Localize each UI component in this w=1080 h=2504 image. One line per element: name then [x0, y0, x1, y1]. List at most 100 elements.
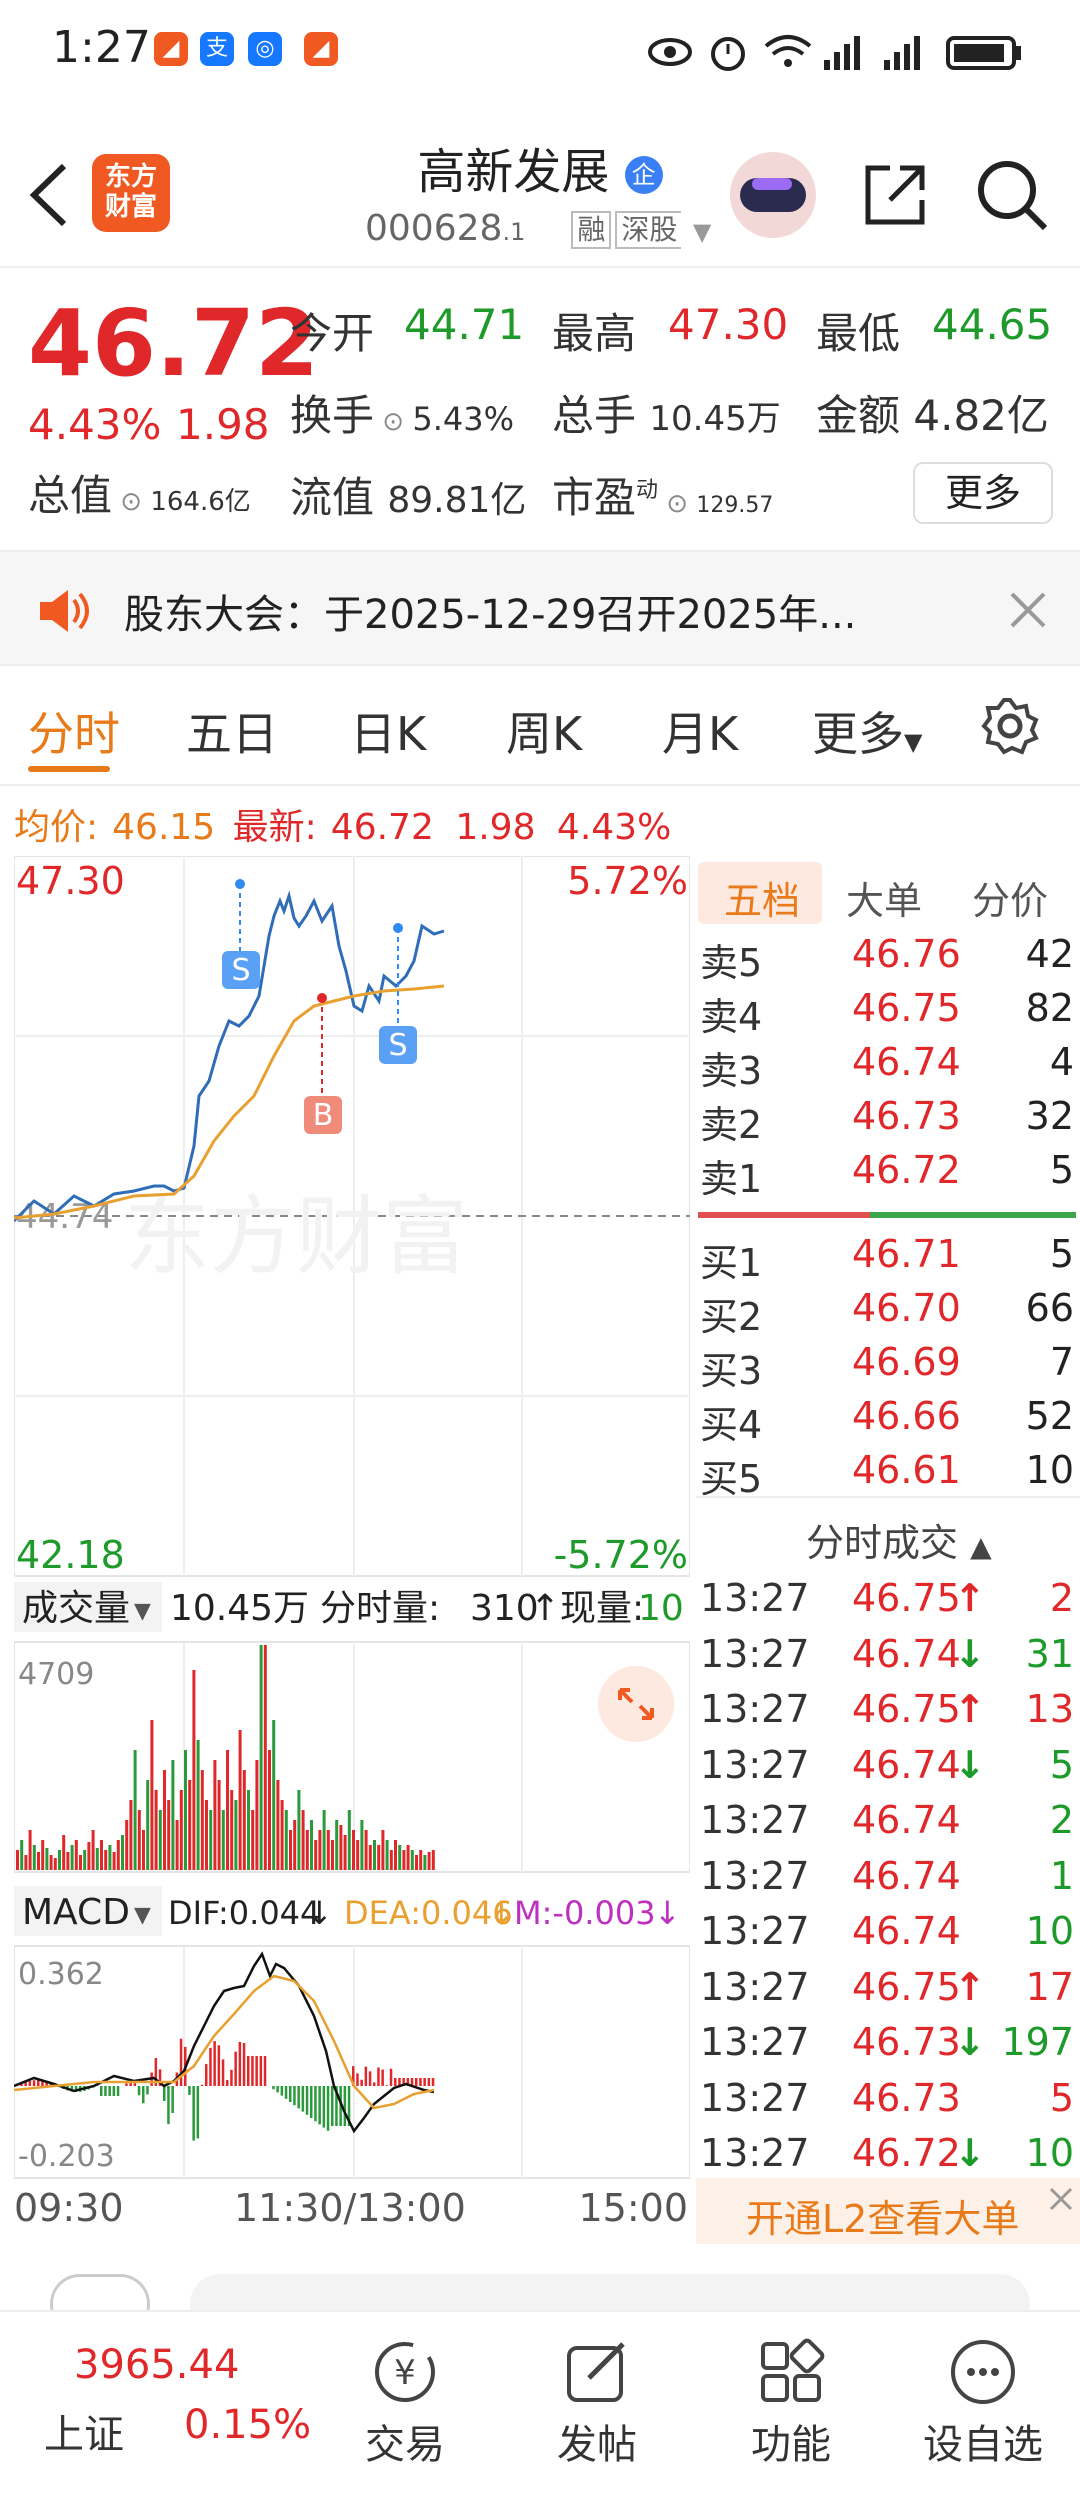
interval-volume-label: 分时量:	[320, 1588, 440, 1629]
macd-bar	[217, 2045, 221, 2086]
volume-bar	[175, 1820, 179, 1870]
volume-bar	[104, 1850, 108, 1870]
macd-bar	[163, 2086, 166, 2101]
volume-bar	[108, 1845, 112, 1870]
search-icon[interactable]	[975, 158, 1049, 232]
bottom-nav: 3965.44 上证 0.15% ¥ 交易 发帖 功能 设自选	[0, 2310, 1080, 2504]
volume-bar	[293, 1820, 297, 1870]
volume-bar	[431, 1850, 435, 1870]
expand-chart-button[interactable]	[598, 1666, 674, 1742]
l2-banner[interactable]: 开通L2查看大单	[696, 2178, 1080, 2244]
macd-bar	[385, 2085, 389, 2086]
svg-text:▼: ▼	[134, 1903, 151, 1928]
watermark: 东方财富	[124, 1189, 468, 1285]
index-value[interactable]: 3965.44	[74, 2342, 239, 2388]
macd-bar	[251, 2056, 254, 2086]
volume-bar	[234, 1800, 238, 1870]
ask-row[interactable]: 卖3 46.74 4	[696, 1040, 1080, 1094]
quote-panel: 46.72 4.43% 1.98 总值 ⊙ 164.6亿 今开 44.71 最高…	[0, 270, 1080, 550]
bid-row[interactable]: 买1 46.71 5	[696, 1232, 1080, 1286]
macd-bar	[276, 2086, 279, 2093]
bid-row[interactable]: 买5 46.61 10	[696, 1448, 1080, 1502]
comment-input-row	[0, 2244, 1080, 2334]
volume-bar	[314, 1840, 318, 1870]
macd-bar	[314, 2086, 317, 2122]
tab-big-order[interactable]: 大单	[846, 870, 922, 925]
certified-icon: 企	[624, 156, 663, 194]
trades-title[interactable]: 分时成交 ▲	[806, 1512, 992, 1567]
macd-bar	[423, 2078, 426, 2086]
nav-add-watchlist[interactable]: 设自选	[918, 2332, 1048, 2470]
y-min-label: 42.18	[16, 1533, 125, 1577]
more-quote-button[interactable]: 更多	[913, 462, 1053, 524]
tab-five-day[interactable]: 五日	[186, 698, 278, 764]
volume-bar	[373, 1840, 376, 1870]
system-status-icons	[648, 35, 1021, 71]
ask-row[interactable]: 卖5 46.76 42	[696, 932, 1080, 986]
chart-canvas: 东方财富 47.30 44.74 42.18 5.72% -5.72% S B …	[12, 855, 691, 2230]
volume-bar	[121, 1835, 124, 1870]
volume-bar	[360, 1820, 364, 1870]
tab-weekly-k[interactable]: 周K	[506, 698, 582, 764]
index-name[interactable]: 上证	[44, 2402, 124, 2460]
tab-intraday[interactable]: 分时	[28, 698, 120, 764]
macd-bar	[247, 2056, 250, 2086]
bid-row[interactable]: 买2 46.70 66	[696, 1286, 1080, 1340]
close-icon[interactable]	[1008, 590, 1048, 630]
trade-row: 13:27 46.74 1	[700, 1853, 1074, 1898]
tab-five-level[interactable]: 五档	[724, 870, 800, 925]
macd-bar	[326, 2086, 330, 2131]
ask-row[interactable]: 卖4 46.75 82	[696, 986, 1080, 1040]
ai-assistant-icon[interactable]	[730, 152, 816, 238]
macd-bar	[255, 2056, 258, 2086]
tab-price-distribution[interactable]: 分价	[972, 870, 1048, 925]
settings-gear-icon[interactable]	[980, 696, 1040, 756]
volume-bar	[150, 1720, 154, 1870]
bid-row[interactable]: 买4 46.66 52	[696, 1394, 1080, 1448]
macd-bar	[125, 2083, 128, 2086]
share-icon[interactable]	[860, 160, 930, 230]
close-icon[interactable]	[1046, 2184, 1076, 2214]
volume-bar	[305, 1830, 309, 1870]
macd-max-label: 0.362	[18, 1957, 104, 1992]
volume-label[interactable]: 成交量	[22, 1588, 130, 1629]
macd-bar	[104, 2086, 107, 2096]
notice-banner[interactable]: 股东大会：于2025-12-29召开2025年...	[0, 550, 1080, 666]
notice-text: 股东大会：于2025-12-29召开2025年...	[124, 592, 857, 638]
macd-bar	[280, 2086, 284, 2096]
margin-tag: 融	[571, 211, 612, 249]
nav-trade[interactable]: ¥ 交易	[340, 2332, 470, 2470]
volume-bar	[221, 1810, 225, 1870]
alipay-icon: 支	[200, 32, 234, 66]
nav-functions[interactable]: 功能	[726, 2332, 856, 2470]
bid-row[interactable]: 买3 46.69 7	[696, 1340, 1080, 1394]
macd-label[interactable]: MACD	[22, 1892, 130, 1933]
tab-more[interactable]: 更多▼	[812, 698, 922, 764]
macd-bar	[171, 2086, 174, 2114]
volume-bar	[326, 1830, 330, 1870]
volume-bar	[41, 1840, 45, 1870]
volume-bar	[16, 1850, 19, 1870]
macd-bar	[230, 2069, 233, 2086]
svg-text:S: S	[388, 1028, 407, 1063]
macd-bar	[188, 2086, 191, 2095]
index-pct[interactable]: 0.15%	[184, 2402, 311, 2448]
nav-post[interactable]: 发帖	[532, 2332, 662, 2470]
volume-bar	[272, 1720, 276, 1870]
volume-bar	[406, 1845, 410, 1870]
ask-row[interactable]: 卖2 46.73 32	[696, 1094, 1080, 1148]
svg-text:↓: ↓	[488, 1894, 515, 1932]
macd-bar	[133, 2083, 137, 2086]
volume-bar	[423, 1855, 427, 1870]
pct-max-label: 5.72%	[567, 859, 688, 903]
tab-daily-k[interactable]: 日K	[350, 698, 426, 764]
macd-bar	[213, 2041, 216, 2086]
volume-bar	[301, 1810, 305, 1870]
connect-tag: 深股	[615, 211, 682, 249]
time-start: 09:30	[14, 2186, 124, 2226]
tab-monthly-k[interactable]: 月K	[662, 698, 738, 764]
intraday-chart[interactable]: 东方财富 47.30 44.74 42.18 5.72% -5.72% S B …	[12, 855, 691, 2230]
volume-bar	[389, 1850, 393, 1870]
stock-code-line: 000628.1 融深股 ▼	[365, 208, 712, 249]
ask-row[interactable]: 卖1 46.72 5	[696, 1148, 1080, 1202]
